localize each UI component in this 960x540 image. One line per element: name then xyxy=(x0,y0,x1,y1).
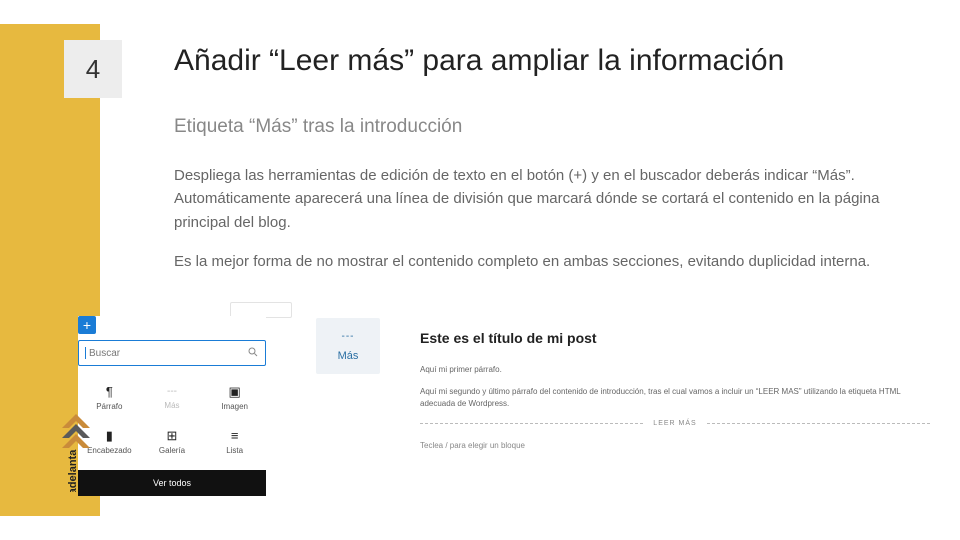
body-paragraph-1: Despliega las herramientas de edición de… xyxy=(174,164,904,234)
step-number-box: 4 xyxy=(64,40,122,98)
divider-line xyxy=(707,423,930,424)
logo-text: adelanta xyxy=(67,449,79,492)
block-inserter-panel: + Buscar ¶ Párrafo --- Más ▣ Imagen ▮ En… xyxy=(78,316,266,496)
search-icon xyxy=(247,346,259,361)
step-number: 4 xyxy=(86,54,100,85)
block-search-input[interactable]: Buscar xyxy=(78,340,266,366)
see-all-button[interactable]: Ver todos xyxy=(78,470,266,496)
divider-line xyxy=(420,423,643,424)
read-more-divider: LEER MÁS xyxy=(420,420,930,427)
block-prompt: Teclea / para elegir un bloque xyxy=(420,441,930,450)
body-paragraph-2: Es la mejor forma de no mostrar el conte… xyxy=(174,250,904,273)
block-label: Más xyxy=(164,401,179,410)
mas-block-label: Más xyxy=(338,350,359,362)
post-paragraph-1: Aquí mi primer párrafo. xyxy=(420,364,930,376)
editor-preview: Este es el título de mi post Aquí mi pri… xyxy=(420,330,930,450)
mas-block-preview: --- Más xyxy=(316,318,380,374)
post-title: Este es el título de mi post xyxy=(420,330,930,346)
more-icon: --- xyxy=(167,387,177,397)
chevron-up-icon xyxy=(62,414,90,448)
paragraph-icon: ¶ xyxy=(106,385,113,398)
block-label: Lista xyxy=(226,446,243,455)
list-icon: ≡ xyxy=(231,429,239,442)
block-label: Párrafo xyxy=(96,402,122,411)
read-more-label: LEER MÁS xyxy=(643,420,706,427)
gallery-icon: ⊞ xyxy=(167,429,178,442)
text-cursor xyxy=(85,347,86,359)
adelanta-logo: adelanta xyxy=(56,414,96,492)
block-label: Galería xyxy=(159,446,185,455)
block-grid: ¶ Párrafo --- Más ▣ Imagen ▮ Encabezado … xyxy=(78,376,266,464)
block-option-imagen[interactable]: ▣ Imagen xyxy=(203,376,266,420)
block-option-lista[interactable]: ≡ Lista xyxy=(203,420,266,464)
search-placeholder: Buscar xyxy=(89,348,120,359)
more-icon: --- xyxy=(342,331,355,342)
post-paragraph-2: Aquí mi segundo y último párrafo del con… xyxy=(420,386,930,410)
block-option-galeria[interactable]: ⊞ Galería xyxy=(141,420,204,464)
page-title: Añadir “Leer más” para ampliar la inform… xyxy=(174,44,784,78)
heading-icon: ▮ xyxy=(106,429,113,442)
image-icon: ▣ xyxy=(229,385,241,398)
block-label: Imagen xyxy=(221,402,248,411)
block-option-mas[interactable]: --- Más xyxy=(141,376,204,420)
page-subtitle: Etiqueta “Más” tras la introducción xyxy=(174,116,462,138)
add-block-button[interactable]: + xyxy=(78,316,96,334)
